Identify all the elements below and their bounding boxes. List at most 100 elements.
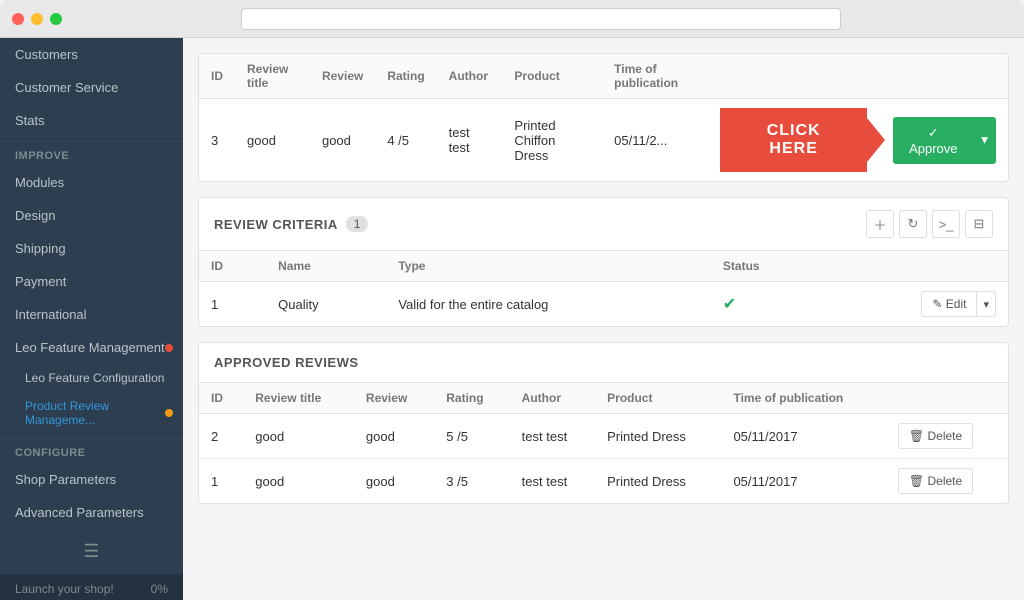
col-criteria-id: ID: [199, 251, 266, 282]
dot-green[interactable]: [50, 13, 62, 25]
sidebar-item-customers[interactable]: Customers: [0, 38, 183, 71]
cell-ap-review-title: good: [243, 414, 354, 459]
titlebar: [0, 0, 1024, 38]
status-check-icon: ✔: [723, 296, 736, 313]
sidebar-item-shop-parameters[interactable]: Shop Parameters: [0, 463, 183, 496]
sidebar: Customers Customer Service Stats IMPROVE…: [0, 38, 183, 600]
cell-ap-rating-1: 3 /5: [434, 459, 509, 504]
cell-criteria-type: Valid for the entire catalog: [386, 282, 711, 327]
col-author: Author: [437, 54, 503, 99]
approved-reviews-table: ID Review title Review Rating Author Pro…: [199, 383, 1008, 503]
col-ap-rating: Rating: [434, 383, 509, 414]
col-rating: Rating: [375, 54, 436, 99]
cell-ap-time: 05/11/2017: [721, 414, 885, 459]
cell-ap-delete-1: 🗑 Delete: [886, 459, 1008, 504]
col-criteria-name: Name: [266, 251, 386, 282]
cell-time: 05/11/2...: [602, 99, 708, 182]
cell-ap-product-1: Printed Dress: [595, 459, 721, 504]
approved-reviews-header: APPROVED REVIEWS: [199, 343, 1008, 383]
edit-dropdown-button[interactable]: ▾: [977, 291, 996, 317]
edit-group: ✎ Edit ▾: [836, 291, 996, 317]
criteria-table: ID Name Type Status 1 Quality Valid for …: [199, 251, 1008, 326]
sidebar-item-international[interactable]: International: [0, 298, 183, 331]
dot-red[interactable]: [12, 13, 24, 25]
click-here-button[interactable]: CLICK HERE: [720, 108, 867, 172]
sidebar-item-leo-feature-config[interactable]: Leo Feature Configuration: [0, 364, 183, 392]
approved-reviews-title: APPROVED REVIEWS: [214, 355, 359, 370]
edit-button[interactable]: ✎ Edit: [921, 291, 977, 317]
table-row: 1 good good 3 /5 test test Printed Dress…: [199, 459, 1008, 504]
sidebar-item-modules[interactable]: Modules: [0, 166, 183, 199]
review-criteria-title: REVIEW CRITERIA: [214, 217, 338, 232]
dot-yellow[interactable]: [31, 13, 43, 25]
cell-ap-delete-0: 🗑 Delete: [886, 414, 1008, 459]
col-id: ID: [199, 54, 235, 99]
col-ap-product: Product: [595, 383, 721, 414]
badge-yellow: [165, 409, 173, 417]
col-ap-action: [886, 383, 1008, 414]
pending-reviews-panel: ID Review title Review Rating Author Pro…: [198, 53, 1009, 182]
cell-ap-rating: 5 /5: [434, 414, 509, 459]
cell-ap-time-1: 05/11/2017: [721, 459, 885, 504]
pending-reviews-table: ID Review title Review Rating Author Pro…: [199, 54, 1008, 181]
sidebar-item-stats[interactable]: Stats: [0, 104, 183, 137]
cell-ap-product: Printed Dress: [595, 414, 721, 459]
sidebar-item-leo-feature-management[interactable]: Leo Feature Management: [0, 331, 183, 364]
cell-criteria-edit: ✎ Edit ▾: [824, 282, 1008, 327]
approve-button[interactable]: ✓ Approve: [893, 117, 973, 164]
table-row: 1 Quality Valid for the entire catalog ✔…: [199, 282, 1008, 327]
approve-group: ✓ Approve ▾: [893, 117, 996, 164]
col-time: Time of publication: [602, 54, 708, 99]
review-criteria-header: REVIEW CRITERIA 1 ＋ ↻ >_ ⊟: [199, 198, 1008, 251]
col-criteria-type: Type: [386, 251, 711, 282]
cell-ap-review-title-1: good: [243, 459, 354, 504]
sidebar-item-design[interactable]: Design: [0, 199, 183, 232]
cell-ap-id-1: 1: [199, 459, 243, 504]
col-ap-review-title: Review title: [243, 383, 354, 414]
cell-review-title: good: [235, 99, 310, 182]
hamburger-icon[interactable]: ☰: [0, 529, 183, 574]
col-ap-review: Review: [354, 383, 434, 414]
launch-bar: Launch your shop! 0%: [0, 574, 183, 600]
cell-id: 3: [199, 99, 235, 182]
cell-review: good: [310, 99, 375, 182]
col-actions: [708, 54, 1008, 99]
col-review-title: Review title: [235, 54, 310, 99]
sidebar-item-advanced-parameters[interactable]: Advanced Parameters: [0, 496, 183, 529]
cell-product: Printed Chiffon Dress: [502, 99, 602, 182]
add-criteria-button[interactable]: ＋: [866, 210, 894, 238]
col-criteria-status: Status: [711, 251, 824, 282]
sidebar-item-product-review[interactable]: Product Review Manageme...: [0, 392, 183, 434]
code-criteria-button[interactable]: >_: [932, 210, 960, 238]
sidebar-item-shipping[interactable]: Shipping: [0, 232, 183, 265]
criteria-count: 1: [346, 216, 369, 232]
col-ap-time: Time of publication: [721, 383, 885, 414]
table-row: 3 good good 4 /5 test test Printed Chiff…: [199, 99, 1008, 182]
col-ap-author: Author: [510, 383, 595, 414]
sidebar-section-improve: IMPROVE: [0, 141, 183, 166]
badge-red: [165, 344, 173, 352]
col-review: Review: [310, 54, 375, 99]
sidebar-item-customer-service[interactable]: Customer Service: [0, 71, 183, 104]
cell-criteria-id: 1: [199, 282, 266, 327]
sidebar-section-configure: CONFIGURE: [0, 438, 183, 463]
cell-criteria-name: Quality: [266, 282, 386, 327]
sidebar-item-payment[interactable]: Payment: [0, 265, 183, 298]
db-criteria-button[interactable]: ⊟: [965, 210, 993, 238]
delete-button-0[interactable]: 🗑 Delete: [898, 423, 973, 449]
cell-ap-review-1: good: [354, 459, 434, 504]
cell-ap-id: 2: [199, 414, 243, 459]
address-bar[interactable]: [241, 8, 841, 30]
approve-dropdown-button[interactable]: ▾: [973, 117, 996, 164]
click-here-arrow: [867, 118, 885, 162]
refresh-criteria-button[interactable]: ↻: [899, 210, 927, 238]
main-content: ID Review title Review Rating Author Pro…: [183, 38, 1024, 600]
col-product: Product: [502, 54, 602, 99]
table-row: 2 good good 5 /5 test test Printed Dress…: [199, 414, 1008, 459]
approved-reviews-panel: APPROVED REVIEWS ID Review title Review …: [198, 342, 1009, 504]
criteria-actions: ＋ ↻ >_ ⊟: [866, 210, 993, 238]
cell-rating: 4 /5: [375, 99, 436, 182]
col-ap-id: ID: [199, 383, 243, 414]
delete-button-1[interactable]: 🗑 Delete: [898, 468, 973, 494]
cell-ap-author: test test: [510, 414, 595, 459]
